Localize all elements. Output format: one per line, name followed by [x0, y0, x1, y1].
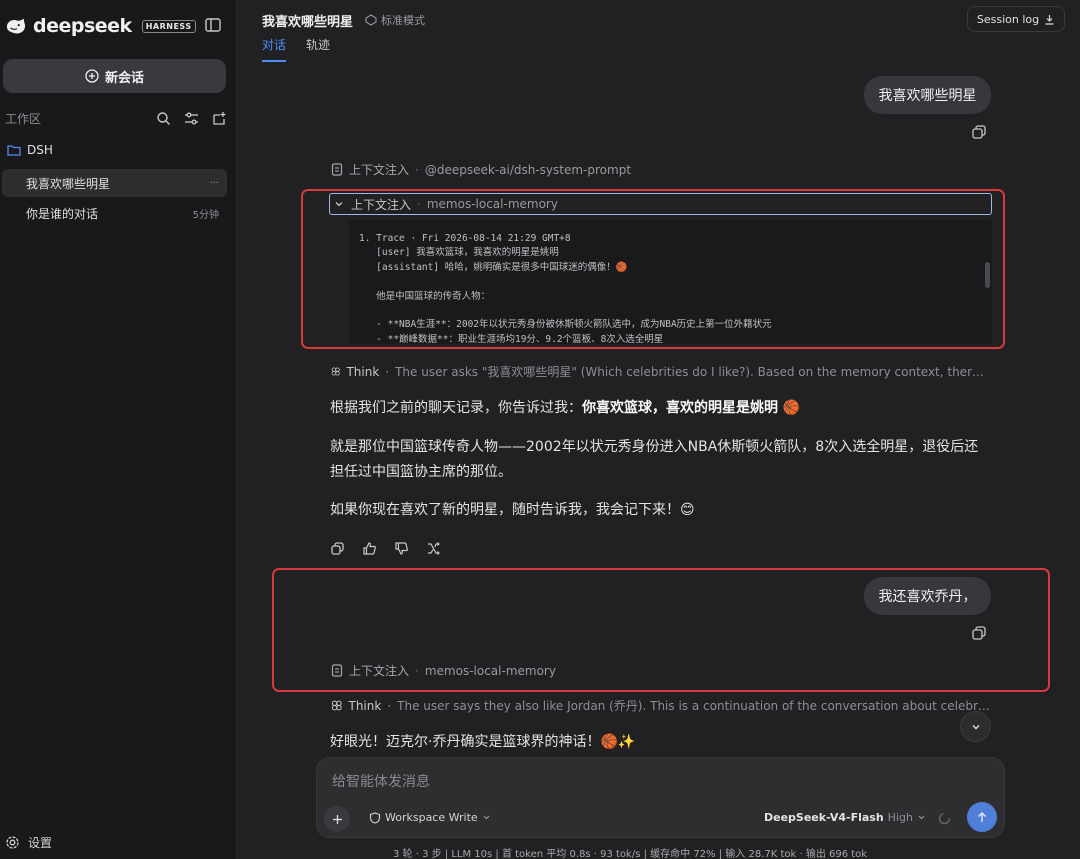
new-chat-label: 新会话 — [104, 70, 144, 86]
gear-icon — [6, 836, 19, 849]
assistant-paragraph: 如果你现在喜欢了新的明星，随时告诉我，我会记下来！😊 — [330, 502, 695, 518]
thumbs-down-icon[interactable] — [394, 541, 409, 556]
conversation-time: 5分钟 — [192, 209, 219, 221]
mode-label: 标准模式 — [381, 14, 425, 27]
reasoning-level: High — [887, 811, 913, 824]
settings-button[interactable]: 设置 — [5, 834, 52, 851]
answer-bold: 你喜欢篮球，喜欢的明星是姚明 — [582, 400, 778, 416]
attach-button[interactable] — [324, 806, 350, 832]
session-log-label: Session log — [976, 12, 1040, 26]
message-composer: 给智能体发消息 Workspace Write DeepSeek-V4-Flas… — [316, 757, 1005, 838]
branch-icon[interactable] — [426, 541, 441, 556]
search-icon[interactable] — [156, 111, 171, 126]
user-message: 我喜欢哪些明星 — [864, 76, 991, 114]
chevron-down-icon — [918, 815, 925, 820]
arrow-up-icon — [977, 811, 987, 822]
context-injection-row[interactable]: 上下文注入 · @deepseek-ai/dsh-system-prompt — [331, 161, 631, 178]
highlight-box — [272, 568, 1050, 692]
session-log-button[interactable]: Session log — [967, 6, 1065, 32]
assistant-paragraph: 就是那位中国篮球传奇人物——2002年以状元秀身份进入NBA休斯顿火箭队，8次入… — [330, 439, 979, 480]
think-label: Think — [346, 364, 380, 379]
sidebar-item-conversation[interactable]: 我喜欢哪些明星 ··· — [2, 169, 227, 197]
think-icon — [331, 700, 342, 711]
brand-logo[interactable]: deepseek HARNESS — [5, 15, 196, 37]
sidebar: deepseek HARNESS 新会话 工作区 DSH 我喜欢哪些明星 ···… — [0, 0, 237, 859]
think-summary: The user asks "我喜欢哪些明星" (Which celebriti… — [395, 365, 991, 379]
status-bar: 3 轮 · 3 步 | LLM 10s | 首 token 平均 0.8s · … — [393, 849, 868, 859]
model-select[interactable]: DeepSeek-V4-Flash High — [764, 811, 926, 824]
conversation-title: 你是谁的对话 — [26, 206, 99, 221]
settings-label: 设置 — [28, 836, 53, 850]
shield-icon — [369, 811, 381, 824]
message-input[interactable]: 给智能体发消息 — [332, 771, 430, 791]
tab-trace[interactable]: 轨迹 — [306, 36, 330, 62]
filter-sliders-icon[interactable] — [184, 111, 199, 126]
plus-icon — [332, 814, 342, 824]
workspace-mode-label: Workspace Write — [385, 811, 478, 824]
think-row[interactable]: Think · The user asks "我喜欢哪些明星" (Which c… — [331, 363, 991, 380]
thumbs-up-icon[interactable] — [362, 541, 377, 556]
answer-text: 根据我们之前的聊天记录，你告诉过我： — [330, 400, 582, 416]
think-summary: The user says they also like Jordan (乔丹)… — [397, 699, 991, 713]
chevron-down-icon — [483, 815, 490, 820]
tab-bar: 对话 轨迹 — [262, 36, 330, 62]
assistant-paragraph: 根据我们之前的聊天记录，你告诉过我：你喜欢篮球，喜欢的明星是姚明 🏀 — [330, 396, 990, 421]
think-icon — [331, 367, 340, 376]
new-chat-button[interactable]: 新会话 — [3, 59, 226, 93]
workspace-mode-select[interactable]: Workspace Write — [369, 811, 491, 824]
mode-icon — [365, 14, 377, 26]
think-separator: · — [385, 364, 390, 379]
folder-icon — [7, 145, 21, 156]
think-separator: · — [387, 698, 392, 713]
sidebar-toggle-icon[interactable] — [204, 16, 222, 34]
scroll-down-button[interactable] — [960, 711, 991, 742]
context-source: @deepseek-ai/dsh-system-prompt — [424, 162, 632, 177]
brand-badge: HARNESS — [141, 19, 196, 33]
brand-name: deepseek — [33, 15, 132, 37]
workspace-label: 工作区 — [5, 111, 42, 126]
conversation-title: 我喜欢哪些明星 — [26, 176, 111, 191]
tab-chat[interactable]: 对话 — [262, 36, 287, 62]
download-icon — [1045, 14, 1054, 25]
sidebar-item-conversation[interactable]: 你是谁的对话 5分钟 — [2, 199, 227, 227]
copy-icon[interactable] — [330, 541, 345, 556]
mode-indicator[interactable]: 标准模式 — [365, 12, 425, 28]
think-label: Think — [348, 698, 382, 713]
folder-dsh[interactable]: DSH — [7, 143, 53, 157]
copy-icon[interactable] — [971, 124, 987, 140]
chevron-down-icon — [972, 724, 979, 729]
highlight-box — [301, 189, 1005, 349]
message-actions — [330, 541, 441, 556]
context-label: 上下文注入 — [349, 163, 410, 177]
send-button[interactable] — [967, 802, 997, 832]
think-row[interactable]: Think · The user says they also like Jor… — [331, 697, 991, 714]
more-options-icon[interactable]: ··· — [209, 178, 219, 189]
document-icon — [331, 163, 343, 176]
model-name: DeepSeek-V4-Flash — [764, 811, 884, 824]
context-separator: · — [415, 162, 419, 177]
plus-circle-icon — [85, 69, 99, 83]
new-folder-icon[interactable] — [212, 111, 227, 126]
whale-logo-icon — [6, 18, 26, 34]
page-title: 我喜欢哪些明星 — [262, 15, 354, 30]
basketball-emoji: 🏀 — [782, 400, 800, 416]
assistant-paragraph: 好眼光！迈克尔·乔丹确实是篮球界的神话！🏀✨ — [330, 734, 636, 750]
folder-name: DSH — [27, 143, 53, 157]
loading-spinner-icon — [938, 812, 951, 825]
workspace-header: 工作区 — [5, 108, 227, 128]
